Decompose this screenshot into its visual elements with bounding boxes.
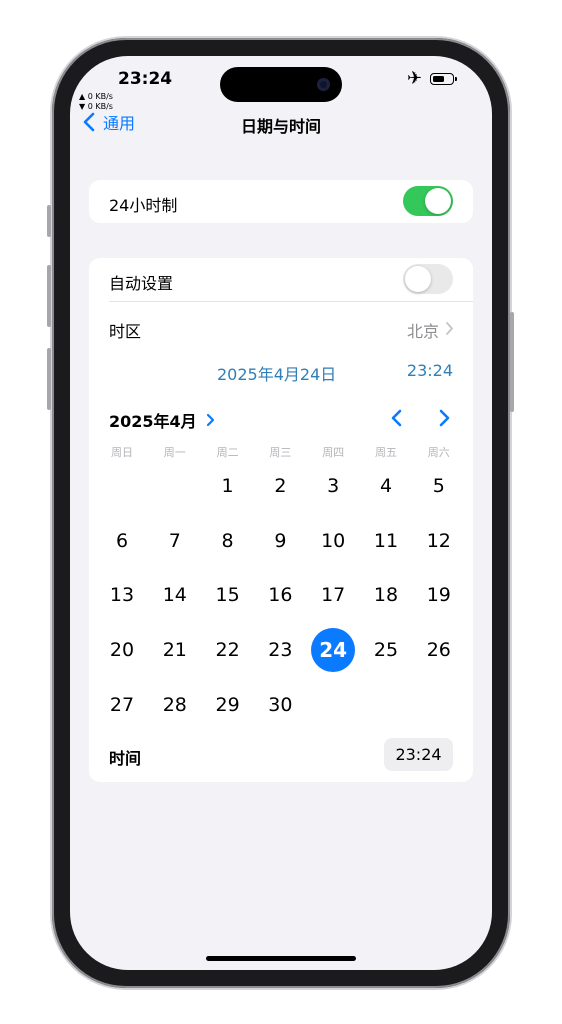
page-title: 日期与时间: [240, 117, 321, 136]
status-time: 23:24: [118, 69, 173, 89]
divider: [109, 301, 473, 302]
calendar-day[interactable]: 15: [206, 573, 250, 617]
network-upload-speed: ▲ 0 KB/s: [79, 92, 113, 101]
toggle-knob: [425, 188, 451, 214]
weekday-header: 周日 周一 周二 周三 周四 周五 周六: [96, 444, 466, 459]
hour24-card: 24小时制: [89, 180, 473, 223]
calendar-day[interactable]: 7: [153, 519, 197, 563]
calendar-day[interactable]: 11: [364, 519, 408, 563]
weekday-label: 周一: [163, 446, 186, 459]
calendar-day[interactable]: 1: [206, 464, 250, 508]
calendar-day[interactable]: 27: [100, 683, 144, 727]
selected-date[interactable]: 2025年4月24日: [217, 361, 336, 385]
calendar-day[interactable]: 5: [417, 464, 461, 508]
weekday-label: 周六: [427, 446, 450, 459]
hour24-toggle[interactable]: [403, 186, 453, 216]
camera-icon: [317, 78, 330, 91]
date-time-card: 自动设置 时区 北京 2025年4月24日 23:24 2025年4月 周日 周一…: [89, 258, 473, 782]
timezone-label: 时区: [109, 322, 142, 341]
weekday-label: 周二: [216, 446, 239, 459]
calendar-day[interactable]: 16: [258, 573, 302, 617]
month-picker-button[interactable]: 2025年4月: [109, 408, 215, 432]
battery-icon: [430, 73, 454, 85]
toggle-knob: [405, 266, 431, 292]
auto-set-toggle[interactable]: [403, 264, 453, 294]
volume-up-button: [47, 265, 51, 327]
battery-tip: [455, 77, 457, 81]
battery-level-fill: [432, 75, 445, 82]
calendar-day[interactable]: 17: [311, 573, 355, 617]
weekday-label: 周日: [111, 446, 133, 459]
calendar-day[interactable]: 21: [153, 628, 197, 672]
calendar-day[interactable]: 19: [417, 573, 461, 617]
calendar-day[interactable]: 30: [258, 683, 302, 727]
calendar-day[interactable]: 23: [258, 628, 302, 672]
calendar-day[interactable]: 25: [364, 628, 408, 672]
calendar-day[interactable]: 10: [311, 519, 355, 563]
timezone-value[interactable]: 北京: [407, 318, 439, 342]
chevron-right-icon: [446, 322, 453, 335]
dynamic-island: [220, 67, 342, 102]
calendar-day[interactable]: 26: [417, 628, 461, 672]
calendar-day-selected[interactable]: 24: [311, 628, 356, 673]
weekday-label: 周三: [269, 446, 292, 459]
calendar-day[interactable]: 4: [364, 464, 408, 508]
calendar-day[interactable]: 3: [311, 464, 355, 508]
hour24-label: 24小时制: [109, 196, 178, 215]
calendar-day[interactable]: 28: [153, 683, 197, 727]
calendar-day[interactable]: 14: [153, 573, 197, 617]
calendar-day[interactable]: 22: [206, 628, 250, 672]
auto-set-label: 自动设置: [109, 274, 174, 293]
calendar-day[interactable]: 12: [417, 519, 461, 563]
calendar-day[interactable]: 6: [100, 519, 144, 563]
month-label: 2025年4月: [109, 412, 197, 431]
volume-down-button: [47, 348, 51, 410]
airplane-mode-icon: ✈: [407, 68, 423, 89]
screen: 23:24 ▲ 0 KB/s ▼ 0 KB/s ✈ 通用 日期与时间 24小时制…: [70, 56, 492, 970]
calendar-day[interactable]: 9: [258, 519, 302, 563]
weekday-label: 周四: [322, 446, 345, 459]
home-indicator[interactable]: [206, 956, 356, 961]
action-button: [47, 205, 51, 237]
calendar-day[interactable]: 2: [258, 464, 302, 508]
calendar-day[interactable]: 18: [364, 573, 408, 617]
power-button: [510, 312, 514, 412]
time-picker-button[interactable]: 23:24: [384, 738, 453, 771]
chevron-right-icon: [206, 413, 214, 427]
calendar-day[interactable]: 13: [100, 573, 144, 617]
calendar-day[interactable]: 20: [100, 628, 144, 672]
calendar-day[interactable]: 8: [206, 519, 250, 563]
time-label: 时间: [109, 749, 142, 768]
next-month-button[interactable]: [436, 408, 452, 428]
previous-month-button[interactable]: [389, 408, 405, 428]
weekday-label: 周五: [375, 446, 397, 459]
calendar-day[interactable]: 29: [206, 683, 250, 727]
selected-time[interactable]: 23:24: [407, 361, 453, 380]
